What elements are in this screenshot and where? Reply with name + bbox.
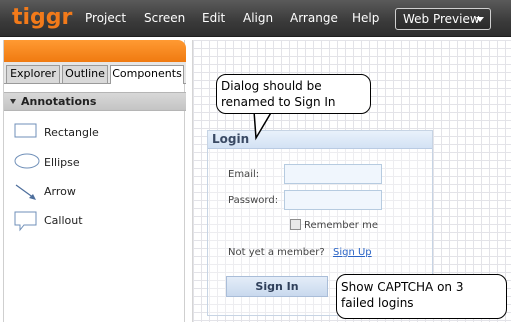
annotation-callout-rename[interactable]: Dialog should be renamed to Sign In [216,74,371,114]
tool-arrow-label: Arrow [44,185,76,198]
tool-arrow[interactable]: Arrow [4,179,186,205]
callout-rename-line1: Dialog should be [221,79,322,93]
remember-me-label: Remember me [304,220,378,231]
menu-project[interactable]: Project [85,11,126,25]
menu-edit[interactable]: Edit [202,11,225,25]
menu-align[interactable]: Align [243,11,273,25]
web-preview-label: Web Preview [403,12,480,26]
menu-help[interactable]: Help [352,11,379,25]
tab-components[interactable]: Components [110,65,184,84]
sign-up-link[interactable]: Sign Up [333,247,372,258]
tool-callout[interactable]: Callout [4,208,186,234]
ellipse-icon [14,153,40,169]
menu-screen[interactable]: Screen [144,11,185,25]
remember-me-checkbox[interactable] [290,219,301,230]
tool-rectangle[interactable]: Rectangle [4,120,186,146]
collapse-triangle-icon [10,99,16,104]
logo-text: tiggr [12,5,73,30]
annotations-section-header[interactable]: Annotations [4,92,186,111]
callout-captcha-line1: Show CAPTCHA on 3 [341,280,464,294]
app-logo: tiggr [10,5,72,31]
top-menu-bar: tiggr Project Screen Edit Align Arrange … [0,0,511,37]
annotations-section-title: Annotations [21,95,97,108]
panel-header-bar [4,40,186,62]
callout-icon [14,211,37,232]
password-label: Password: [228,195,279,206]
chevron-down-icon [476,17,484,22]
email-label: Email: [228,169,260,180]
tab-explorer[interactable]: Explorer [6,65,60,83]
password-field[interactable] [284,190,382,210]
email-field[interactable] [284,164,382,184]
sign-in-button[interactable]: Sign In [226,276,328,297]
panel-tabs: Explorer Outline Components [4,62,186,84]
dialog-title: Login [212,132,250,146]
components-panel: Explorer Outline Components Annotations … [3,40,186,322]
tool-ellipse-label: Ellipse [44,156,80,169]
dialog-title-bar[interactable]: Login [208,131,432,149]
arrow-icon [15,184,36,200]
callout-captcha-line2: failed logins [341,296,414,310]
annotation-callout-captcha[interactable]: Show CAPTCHA on 3 failed logins [336,274,507,319]
tool-ellipse[interactable]: Ellipse [4,150,186,176]
web-preview-dropdown[interactable]: Web Preview [395,8,491,30]
tab-outline[interactable]: Outline [62,65,108,83]
member-prompt: Not yet a member? [228,247,325,258]
callout-rename-line2: renamed to Sign In [221,95,336,109]
menu-arrange[interactable]: Arrange [290,11,338,25]
rectangle-icon [14,123,37,138]
tool-rectangle-label: Rectangle [44,126,99,139]
callout-pointer [253,110,273,141]
tool-callout-label: Callout [44,214,83,227]
